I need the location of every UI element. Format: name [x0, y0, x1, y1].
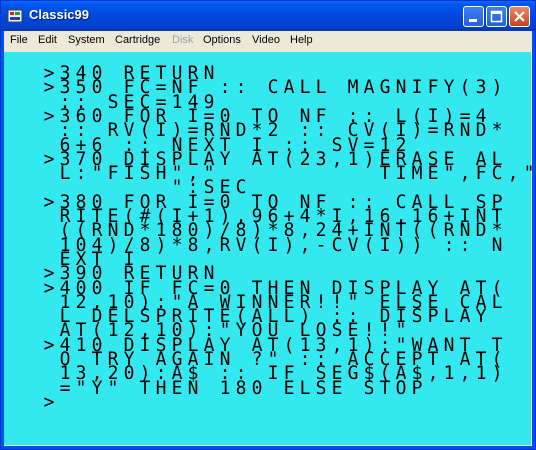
close-icon — [514, 11, 525, 22]
screen-line: > — [43, 391, 55, 414]
classic99-window: Classic99 File Edit System Cartridge Dis… — [0, 0, 536, 450]
close-button[interactable] — [509, 6, 530, 27]
menu-system[interactable]: System — [68, 34, 105, 46]
emulator-screen[interactable]: >3 4 0 R E T U R N >3 5 0 F C = N F:: C A L L M A G N I F Y(3):: S E C… — [4, 52, 535, 445]
menu-file[interactable]: File — [10, 34, 28, 46]
menu-edit[interactable]: Edit — [38, 34, 57, 46]
menu-help[interactable]: Help — [290, 34, 313, 46]
screen-line: L: " F I S H ", " T I M E ", F C, " — [59, 162, 535, 185]
screen-line: = " Y " T H E N 1 8 0 E L S E S T O P — [59, 377, 423, 399]
classic99-app-icon — [7, 9, 23, 23]
minimize-icon — [469, 19, 477, 22]
menu-disk: Disk — [172, 34, 194, 46]
menu-video[interactable]: Video — [252, 34, 280, 46]
minimize-button[interactable] — [463, 6, 484, 27]
menu-options[interactable]: Options — [203, 34, 241, 46]
menu-bar: File Edit System Cartridge Disk Options … — [4, 31, 532, 51]
maximize-icon — [490, 10, 503, 23]
maximize-button[interactable] — [486, 6, 507, 27]
window-title: Classic99 — [29, 7, 89, 22]
menu-cartridge[interactable]: Cartridge — [115, 34, 160, 46]
title-bar[interactable]: Classic99 — [1, 1, 535, 31]
